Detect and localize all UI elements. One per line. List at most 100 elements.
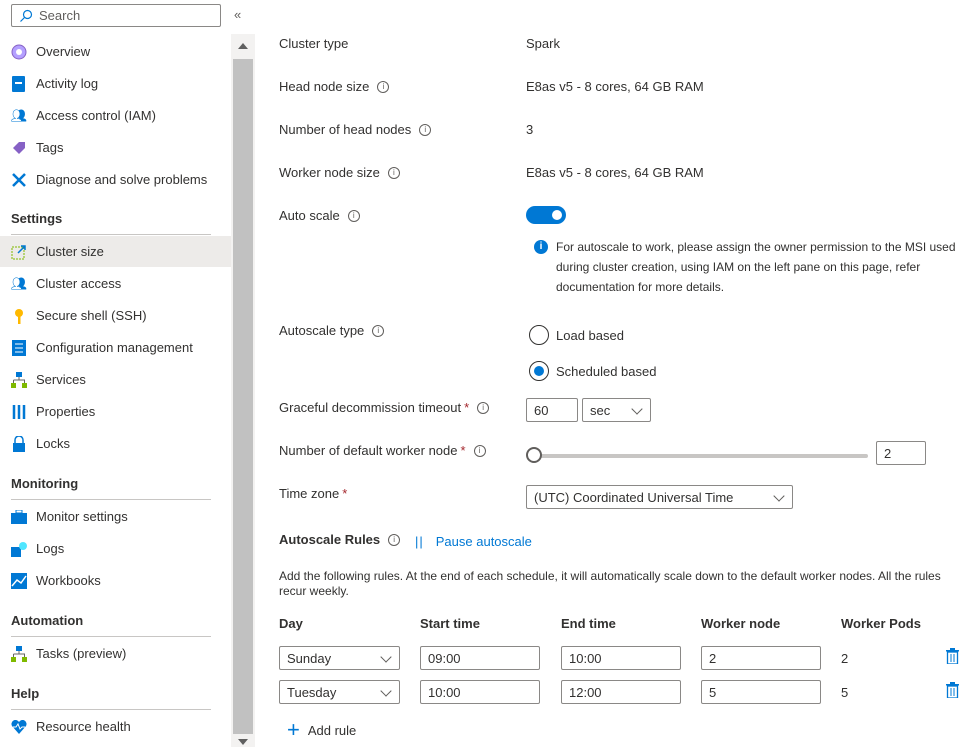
sidebar-item-cluster-access[interactable]: 👥︎ Cluster access bbox=[0, 268, 231, 299]
sidebar-item-activity-log[interactable]: Activity log bbox=[0, 68, 231, 99]
auto-scale-label: Auto scale i bbox=[279, 208, 360, 223]
chevron-down-icon bbox=[631, 403, 643, 415]
tools-icon bbox=[11, 172, 27, 188]
info-icon[interactable]: i bbox=[387, 166, 400, 179]
divider bbox=[11, 709, 211, 710]
label: Monitor settings bbox=[36, 509, 128, 524]
heading-text: Autoscale Rules bbox=[279, 532, 381, 547]
delete-rule-button[interactable] bbox=[946, 682, 959, 701]
head-nodes-label: Number of head nodes i bbox=[279, 122, 432, 137]
label-text: Auto scale bbox=[279, 208, 340, 223]
head-nodes-value: 3 bbox=[526, 122, 534, 137]
delete-rule-button[interactable] bbox=[946, 648, 959, 667]
label-text: Cluster type bbox=[279, 36, 349, 51]
info-icon[interactable]: i bbox=[347, 209, 360, 222]
start-time-input[interactable]: 09:00 bbox=[420, 646, 540, 670]
day-dropdown[interactable]: Tuesday bbox=[279, 680, 400, 704]
info-icon[interactable]: i bbox=[473, 444, 486, 457]
worker-node-size-value: E8as v5 - 8 cores, 64 GB RAM bbox=[526, 165, 704, 180]
label: Overview bbox=[36, 44, 91, 59]
column-header-start: Start time bbox=[420, 616, 480, 631]
column-header-end: End time bbox=[561, 616, 616, 631]
input-value: 10:00 bbox=[428, 684, 461, 700]
timeout-input[interactable]: 60 bbox=[526, 398, 578, 422]
plus-icon: + bbox=[287, 717, 300, 742]
trash-icon bbox=[946, 682, 959, 699]
radio-circle[interactable] bbox=[529, 325, 549, 345]
info-icon[interactable]: i bbox=[388, 533, 401, 546]
sidebar-item-logs[interactable]: Logs bbox=[0, 533, 231, 564]
end-time-input[interactable]: 10:00 bbox=[561, 646, 681, 670]
info-icon[interactable]: i bbox=[372, 324, 385, 337]
autoscale-info-message: For autoscale to work, please assign the… bbox=[556, 240, 956, 294]
graceful-timeout-label: Graceful decommission timeout * i bbox=[279, 400, 490, 415]
radio-load-based[interactable]: Load based bbox=[529, 325, 624, 345]
sidebar-item-diagnose[interactable]: Diagnose and solve problems bbox=[0, 164, 231, 195]
label: Resource health bbox=[36, 719, 131, 734]
day-dropdown[interactable]: Sunday bbox=[279, 646, 400, 670]
default-worker-input[interactable]: 2 bbox=[876, 441, 926, 465]
info-icon[interactable]: i bbox=[419, 123, 432, 136]
scroll-up-arrow[interactable] bbox=[238, 43, 248, 49]
search-input[interactable]: Search bbox=[11, 4, 221, 27]
slider-track[interactable] bbox=[534, 454, 868, 458]
label: Tasks (preview) bbox=[36, 646, 127, 661]
label: Logs bbox=[36, 541, 65, 556]
sidebar-item-tasks[interactable]: Tasks (preview) bbox=[0, 638, 231, 669]
sidebar-item-cluster-size[interactable]: Cluster size bbox=[0, 236, 231, 267]
time-zone-dropdown[interactable]: (UTC) Coordinated Universal Time bbox=[526, 485, 793, 509]
radio-label: Scheduled based bbox=[556, 363, 657, 379]
slider-thumb[interactable] bbox=[526, 447, 542, 463]
label-text: Autoscale type bbox=[279, 323, 365, 338]
label: Activity log bbox=[36, 76, 99, 91]
pause-autoscale-button[interactable]: || Pause autoscale bbox=[415, 534, 532, 549]
input-value: 09:00 bbox=[428, 650, 461, 666]
section-monitoring: Monitoring bbox=[11, 476, 79, 491]
sidebar-item-resource-health[interactable]: Resource health bbox=[0, 711, 231, 742]
heart-pulse-icon bbox=[11, 719, 27, 735]
sidebar-item-workbooks[interactable]: Workbooks bbox=[0, 565, 231, 596]
worker-node-input[interactable]: 5 bbox=[701, 680, 821, 704]
radio-circle-selected[interactable] bbox=[529, 361, 549, 381]
info-filled-icon: i bbox=[534, 240, 548, 254]
scrollbar[interactable] bbox=[231, 34, 255, 747]
input-value: 5 bbox=[709, 684, 717, 700]
info-icon[interactable]: i bbox=[477, 401, 490, 414]
sidebar-item-tags[interactable]: Tags bbox=[0, 132, 231, 163]
timeout-unit-dropdown[interactable]: sec bbox=[582, 398, 651, 422]
head-node-size-label: Head node size i bbox=[279, 79, 390, 94]
sidebar-item-ssh[interactable]: Secure shell (SSH) bbox=[0, 300, 231, 331]
worker-node-input[interactable]: 2 bbox=[701, 646, 821, 670]
radio-scheduled-based[interactable]: Scheduled based bbox=[529, 361, 656, 381]
dropdown-value: (UTC) Coordinated Universal Time bbox=[534, 489, 734, 505]
sidebar-item-overview[interactable]: Overview bbox=[0, 36, 231, 67]
logs-icon bbox=[11, 541, 27, 557]
sidebar-item-services[interactable]: Services bbox=[0, 364, 231, 395]
auto-scale-toggle[interactable] bbox=[526, 206, 566, 224]
info-icon[interactable]: i bbox=[377, 80, 390, 93]
collapse-sidebar-button[interactable]: « bbox=[234, 7, 241, 22]
divider bbox=[11, 499, 211, 500]
scrollbar-thumb[interactable] bbox=[233, 59, 253, 734]
input-value: 60 bbox=[534, 402, 549, 418]
section-help: Help bbox=[11, 686, 40, 701]
column-header-day: Day bbox=[279, 616, 303, 631]
time-zone-label: Time zone * bbox=[279, 486, 347, 501]
label: Diagnose and solve problems bbox=[36, 172, 208, 187]
required-marker: * bbox=[460, 443, 466, 458]
add-rule-button[interactable]: + Add rule bbox=[287, 717, 356, 742]
label: Cluster size bbox=[36, 244, 104, 259]
sidebar-item-monitor-settings[interactable]: Monitor settings bbox=[0, 501, 231, 532]
sidebar-item-configuration[interactable]: Configuration management bbox=[0, 332, 231, 363]
rules-description: Add the following rules. At the end of e… bbox=[279, 569, 941, 598]
sidebar-item-properties[interactable]: Properties bbox=[0, 396, 231, 427]
start-time-input[interactable]: 10:00 bbox=[420, 680, 540, 704]
scroll-down-arrow[interactable] bbox=[238, 739, 248, 745]
worker-pods-value: 2 bbox=[841, 651, 849, 666]
properties-icon bbox=[11, 404, 27, 420]
section-automation: Automation bbox=[11, 613, 84, 628]
label: Secure shell (SSH) bbox=[36, 308, 147, 323]
sidebar-item-iam[interactable]: 👥︎ Access control (IAM) bbox=[0, 100, 231, 131]
sidebar-item-locks[interactable]: Locks bbox=[0, 428, 231, 459]
end-time-input[interactable]: 12:00 bbox=[561, 680, 681, 704]
